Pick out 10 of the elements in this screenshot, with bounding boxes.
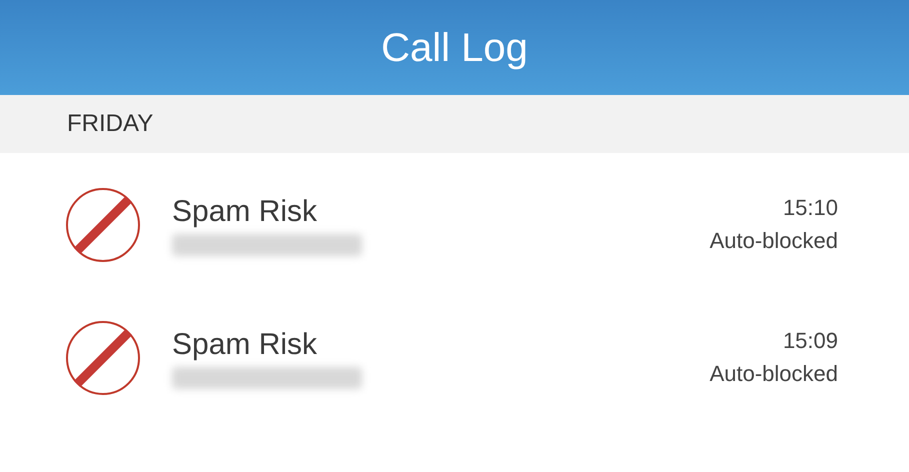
- call-time: 15:10: [782, 194, 838, 222]
- blocked-icon: [65, 320, 141, 396]
- caller-name: Spam Risk: [172, 194, 318, 230]
- call-status: Auto-blocked: [710, 360, 838, 388]
- day-label: FRIDAY: [67, 109, 154, 139]
- call-time: 15:09: [782, 326, 838, 354]
- header-title: Call Log: [381, 24, 528, 72]
- call-status: Auto-blocked: [710, 226, 838, 254]
- caller-name: Spam Risk: [172, 326, 318, 362]
- blocked-icon: [65, 186, 141, 262]
